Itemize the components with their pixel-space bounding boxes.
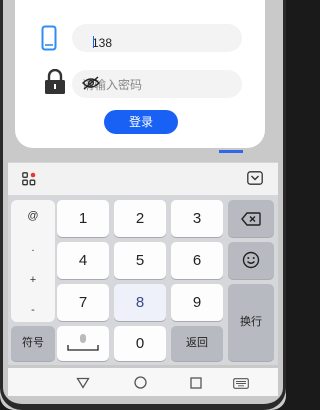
space-mic-icon [67,334,99,351]
return-key[interactable]: 返回 [171,326,223,361]
emoji-key[interactable] [228,242,274,279]
home-icon[interactable] [134,376,147,394]
back-icon[interactable] [76,376,90,394]
lock-icon [44,68,66,100]
key-3[interactable]: 3 [171,200,223,237]
side-key-dot[interactable]: . [11,242,55,254]
side-key-at[interactable]: @ [11,210,55,222]
side-key-plus[interactable]: + [11,274,55,286]
space-key[interactable] [57,326,109,361]
text-caret [93,36,94,48]
phone-icon [41,25,57,56]
key-8[interactable]: 8 [114,284,166,321]
apps-grid-icon[interactable] [22,172,36,191]
side-key-minus[interactable]: - [11,304,55,316]
newline-key[interactable]: 换行 [228,284,274,361]
screen: 138 请输入密码 登录 @ . + - 1 2 3 4 5 6 7 8 9 换… [0,0,286,410]
keyboard-collapse-icon[interactable] [247,171,263,190]
keyboard-toolbar [8,162,278,195]
smiley-icon [242,251,260,269]
numeric-keyboard: @ . + - 1 2 3 4 5 6 7 8 9 换行 符号 0 返回 [8,195,278,365]
backspace-icon [241,212,261,226]
key-7[interactable]: 7 [57,284,109,321]
phone-input[interactable]: 138 [72,24,242,52]
password-input[interactable]: 请输入密码 [72,70,242,98]
key-9[interactable]: 9 [171,284,223,321]
key-1[interactable]: 1 [57,200,109,237]
symbols-key[interactable]: 符号 [11,326,55,361]
keyboard-switch-icon[interactable] [233,376,249,394]
phone-input-value: 138 [92,36,113,50]
key-6[interactable]: 6 [171,242,223,279]
login-card: 138 请输入密码 登录 [15,0,265,148]
phone-row: 138 [15,24,265,54]
login-button[interactable]: 登录 [104,110,178,134]
symbol-column[interactable]: @ . + - [11,200,55,322]
recents-icon[interactable] [190,376,202,394]
key-0[interactable]: 0 [114,326,166,361]
eye-off-icon[interactable] [82,76,234,93]
key-2[interactable]: 2 [114,200,166,237]
key-4[interactable]: 4 [57,242,109,279]
key-5[interactable]: 5 [114,242,166,279]
accent-strip [219,150,243,153]
password-row: 请输入密码 [15,68,265,98]
backspace-key[interactable] [228,200,274,237]
navigation-bar [8,368,278,396]
